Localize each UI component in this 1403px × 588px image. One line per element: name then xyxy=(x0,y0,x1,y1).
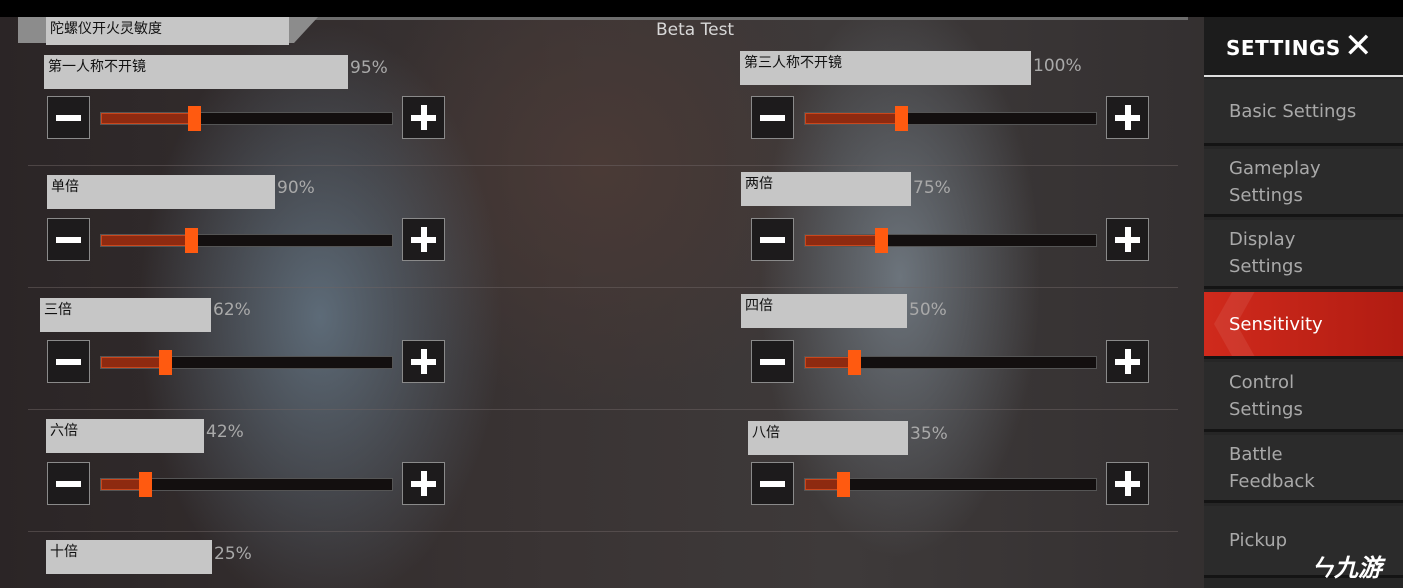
slider-value: 35% xyxy=(910,424,948,444)
increase-button[interactable] xyxy=(1106,218,1149,261)
slider-value: 95% xyxy=(350,58,388,78)
sidebar-item-label: Control Settings xyxy=(1229,371,1303,420)
slider-label: 单倍 xyxy=(47,175,275,209)
slider-thumb[interactable] xyxy=(188,106,202,131)
slider-fill xyxy=(805,235,881,246)
settings-sidebar: SETTINGS ✕ Basic Settings Gameplay Settin… xyxy=(1204,17,1403,588)
sensitivity-slider[interactable] xyxy=(804,228,1097,253)
slider-thumb[interactable] xyxy=(848,350,862,375)
sensitivity-slider[interactable] xyxy=(100,472,393,497)
slider-label: 八倍 xyxy=(748,421,908,455)
slider-thumb[interactable] xyxy=(185,228,199,253)
divider xyxy=(28,287,1178,288)
plus-icon-vertical xyxy=(1125,227,1131,252)
decrease-button[interactable] xyxy=(47,96,90,139)
sidebar-item-sensitivity[interactable]: Sensitivity xyxy=(1204,292,1403,359)
sidebar-item-gameplay-settings[interactable]: Gameplay Settings xyxy=(1204,149,1403,217)
minus-icon xyxy=(56,237,81,243)
sensitivity-slider[interactable] xyxy=(100,106,393,131)
sidebar-item-label: Battle Feedback xyxy=(1229,443,1315,492)
increase-button[interactable] xyxy=(1106,340,1149,383)
sidebar-item-basic-settings[interactable]: Basic Settings xyxy=(1204,79,1403,146)
minus-icon xyxy=(760,237,785,243)
slider-label: 两倍 xyxy=(741,172,911,206)
header-line xyxy=(300,17,1188,20)
plus-icon-vertical xyxy=(1125,105,1131,130)
sensitivity-slider[interactable] xyxy=(100,350,393,375)
slider-fill xyxy=(101,113,195,124)
sidebar-item-label: Gameplay Settings xyxy=(1229,157,1321,206)
slider-fill xyxy=(805,113,902,124)
sensitivity-slider[interactable] xyxy=(804,350,1097,375)
minus-icon xyxy=(56,481,81,487)
watermark-logo: ㄣ九游 xyxy=(1310,554,1382,582)
decrease-button[interactable] xyxy=(751,340,794,383)
sensitivity-slider[interactable] xyxy=(100,228,393,253)
slider-label: 六倍 xyxy=(46,419,204,453)
decrease-button[interactable] xyxy=(751,462,794,505)
increase-button[interactable] xyxy=(1106,462,1149,505)
increase-button[interactable] xyxy=(402,462,445,505)
minus-icon xyxy=(760,481,785,487)
slider-label: 四倍 xyxy=(741,294,907,328)
beta-test-label: Beta Test xyxy=(656,20,735,40)
increase-button[interactable] xyxy=(402,96,445,139)
increase-button[interactable] xyxy=(402,218,445,261)
increase-button[interactable] xyxy=(1106,96,1149,139)
slider-thumb[interactable] xyxy=(836,472,850,497)
slider-label: 三倍 xyxy=(40,298,211,332)
slider-thumb[interactable] xyxy=(138,472,152,497)
plus-icon-vertical xyxy=(421,349,427,374)
slider-thumb[interactable] xyxy=(874,228,888,253)
plus-icon-vertical xyxy=(1125,471,1131,496)
sidebar-item-display-settings[interactable]: Display Settings xyxy=(1204,220,1403,289)
sensitivity-slider[interactable] xyxy=(804,472,1097,497)
slider-label: 十倍 xyxy=(46,540,212,574)
divider xyxy=(28,409,1178,410)
increase-button[interactable] xyxy=(402,340,445,383)
slider-value: 50% xyxy=(909,300,947,320)
sidebar-item-battle-feedback[interactable]: Battle Feedback xyxy=(1204,435,1403,503)
slider-label: 第三人称不开镜 xyxy=(740,51,1031,85)
slider-thumb[interactable] xyxy=(159,350,173,375)
slider-thumb[interactable] xyxy=(895,106,909,131)
slider-label: 第一人称不开镜 xyxy=(44,55,348,89)
minus-icon xyxy=(56,115,81,121)
slider-fill xyxy=(805,357,855,368)
sidebar-item-label: Pickup xyxy=(1229,530,1288,551)
decrease-button[interactable] xyxy=(751,96,794,139)
sidebar-item-label: Display Settings xyxy=(1229,229,1303,277)
sidebar-item-label: Basic Settings xyxy=(1229,100,1357,122)
slider-value: 75% xyxy=(913,178,951,198)
divider xyxy=(28,165,1178,166)
slider-fill xyxy=(101,235,192,246)
divider xyxy=(28,531,1178,532)
slider-value: 100% xyxy=(1033,56,1082,76)
decrease-button[interactable] xyxy=(751,218,794,261)
plus-icon-vertical xyxy=(421,105,427,130)
minus-icon xyxy=(760,115,785,121)
sensitivity-slider[interactable] xyxy=(804,106,1097,131)
slider-value: 62% xyxy=(213,300,251,320)
slider-value: 25% xyxy=(214,544,252,564)
minus-icon xyxy=(56,359,81,365)
plus-icon-vertical xyxy=(421,227,427,252)
slider-fill xyxy=(101,357,166,368)
close-x-icon[interactable]: ✕ xyxy=(1344,29,1373,63)
sidebar-header: SETTINGS ✕ xyxy=(1204,17,1403,77)
decrease-button[interactable] xyxy=(47,462,90,505)
sidebar-item-control-settings[interactable]: Control Settings xyxy=(1204,362,1403,432)
slider-value: 42% xyxy=(206,422,244,442)
section-title: 陀螺仪开火灵敏度 xyxy=(46,17,289,45)
sidebar-item-label: Sensitivity xyxy=(1229,313,1323,335)
plus-icon-vertical xyxy=(1125,349,1131,374)
decrease-button[interactable] xyxy=(47,340,90,383)
sidebar-title: SETTINGS xyxy=(1226,36,1341,60)
plus-icon-vertical xyxy=(421,471,427,496)
decrease-button[interactable] xyxy=(47,218,90,261)
minus-icon xyxy=(760,359,785,365)
slider-value: 90% xyxy=(277,178,315,198)
